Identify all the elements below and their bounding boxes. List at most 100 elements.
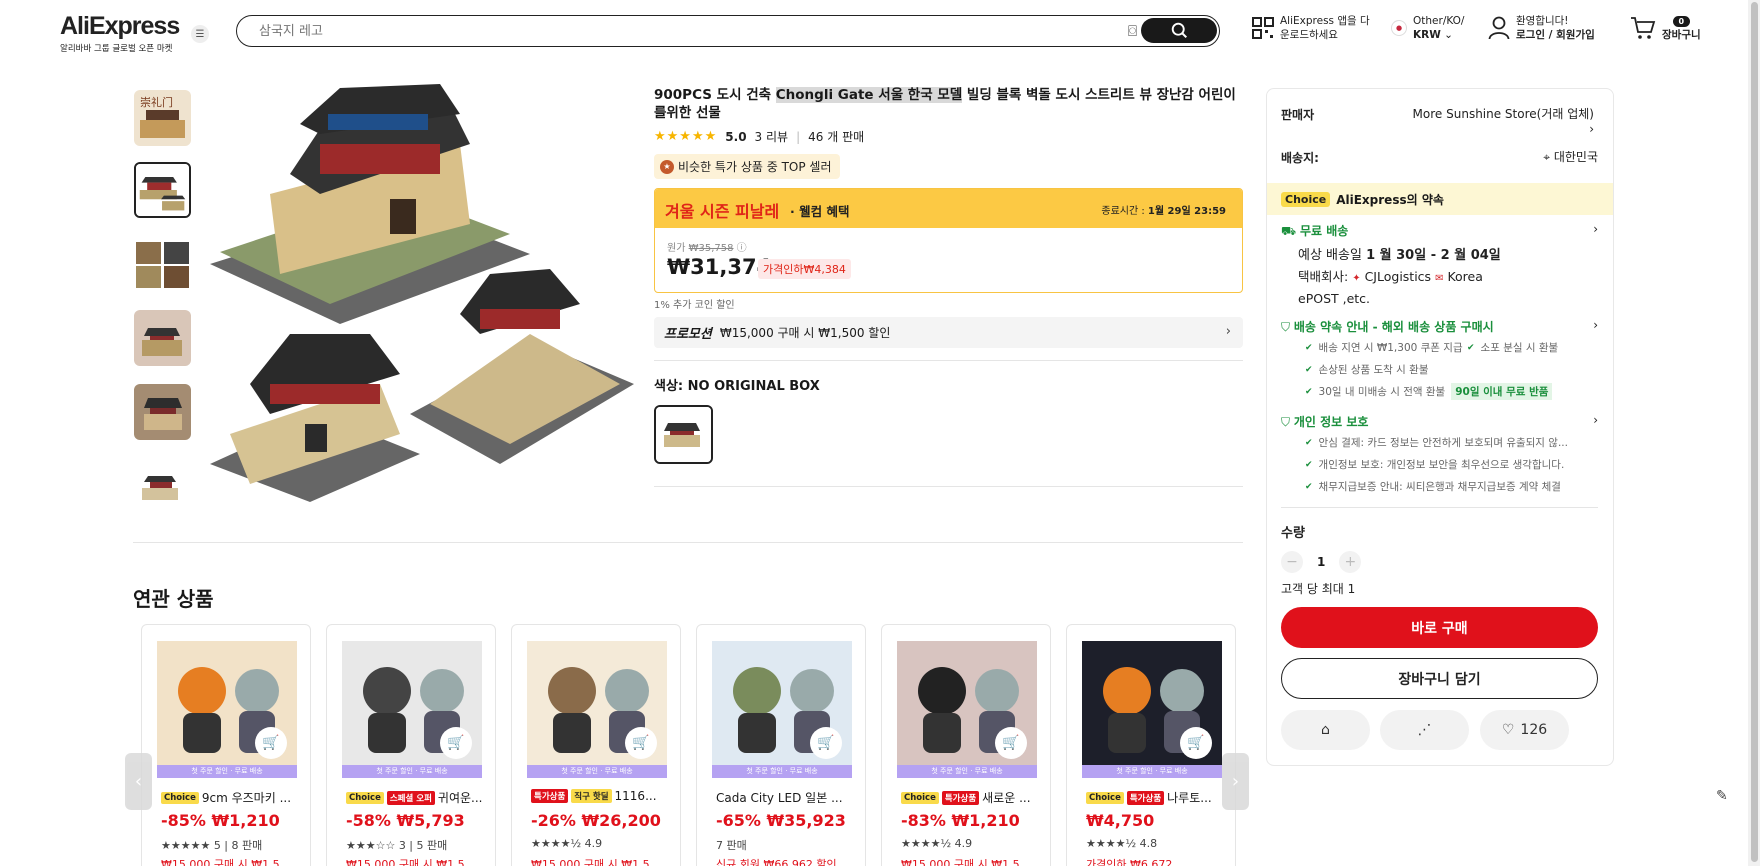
thumbnail-1[interactable]: 崇礼门 [134, 90, 191, 146]
promo-text: ₩15,000 구매 시 ₩1,5 [346, 858, 465, 866]
p1-text: 안심 결제: 카드 정보는 안전하게 보호되며 유출되지 않... [1318, 437, 1568, 449]
price-value: ₩1,210 [951, 811, 1020, 830]
product-promo: 신규 회원 ₩66,962 할인 [716, 856, 837, 866]
product-name-text: Cada City LED 일본 ... [716, 791, 843, 805]
add-to-cart-icon[interactable]: 🛒 [625, 727, 657, 759]
aliexpress-logo[interactable]: AliExpress 알리바바 그룹 글로벌 오픈 마켓 [60, 12, 180, 54]
end-time: 1월 29일 23:59 [1147, 206, 1226, 217]
privacy-row[interactable]: ⛉ 개인 정보 보호 › [1281, 413, 1598, 430]
logo-tagline: 알리바바 그룹 글로벌 오픈 마켓 [60, 44, 173, 54]
discount-percent: -58% [346, 811, 391, 830]
carrier-name: CJLogistics [1364, 269, 1432, 284]
price-promo-box: 겨울 시즌 피날레 · 웰컴 혜택 종료시간 : 1월 29일 23:59 원가… [654, 188, 1243, 293]
related-product-card[interactable]: 첫 주문 할인 · 무료 배송 🛒 특가상품 직구 핫딜 1116... -26% … [511, 624, 681, 866]
carousel-prev-button[interactable]: ‹ [125, 753, 152, 810]
promotion-row[interactable]: 프로모션 ₩15,000 구매 시 ₩1,500 할인 › [654, 317, 1243, 348]
account-menu[interactable]: 환영합니다! 로그인 / 회원가입 [1488, 14, 1595, 42]
shield-icon: ⛉ [1281, 320, 1291, 334]
increase-button[interactable]: + [1339, 551, 1362, 573]
search-input[interactable] [259, 22, 1039, 40]
image-search-icon[interactable]: ⌼ [1128, 22, 1137, 40]
wishlist-button[interactable]: ♡ 126 [1480, 710, 1569, 750]
product-name: Choice 특가상품 나루토... [1086, 789, 1226, 806]
rating-stars: ★★★★½ [901, 837, 952, 850]
divider [654, 486, 1243, 487]
choice-tag: Choice [1281, 191, 1331, 207]
color-option-no-original-box[interactable] [654, 405, 713, 464]
privacy-title: 개인 정보 보호 [1293, 415, 1369, 429]
seller-link[interactable]: More Sunshine Store(거래 업체) › [1404, 105, 1594, 136]
guarantee-row[interactable]: ⛉ 배송 약속 안내 - 해외 배송 상품 구매시 › [1281, 318, 1598, 335]
free-shipping-row[interactable]: ⛟ 무료 배송 › [1281, 222, 1598, 240]
guarantee-item: 손상된 상품 도착 시 환불 [1305, 362, 1429, 377]
app-download[interactable]: AliExpress 앱을 다운로드하세요 [1252, 14, 1374, 42]
ship-to-label: 배송지: [1281, 149, 1319, 166]
rating-meta: 4.9 [584, 837, 603, 850]
divider [1281, 507, 1598, 508]
p3-text: 채무지급보증 안내: 씨티은행과 채무지급보증 계약 체결 [1318, 481, 1561, 493]
estimate-date: 1 월 30일 - 2 월 04일 [1366, 248, 1501, 263]
discount-percent: -65% [716, 811, 761, 830]
share-button[interactable]: ⋰ [1380, 710, 1469, 750]
product-main-image[interactable] [210, 84, 634, 502]
thumbnail-6[interactable] [134, 458, 191, 514]
related-product-card[interactable]: 첫 주문 할인 · 무료 배송 🛒 Choice 특가상품 새로운 ... -83%… [881, 624, 1051, 866]
promo-text: ₩15,000 구매 시 ₩1,5 [531, 858, 650, 866]
buy-now-button[interactable]: 바로 구매 [1281, 607, 1598, 648]
first-order-ribbon: 첫 주문 할인 · 무료 배송 [1082, 765, 1222, 778]
search-button[interactable] [1141, 18, 1217, 43]
chevron-down-icon: ⌄ [1440, 29, 1453, 41]
truck-icon: ⛟ [1281, 224, 1297, 238]
thumbnail-5[interactable] [134, 384, 191, 440]
add-to-cart-button[interactable]: 장바구니 담기 [1281, 658, 1598, 699]
cart-count-badge: 0 [1672, 16, 1691, 27]
current-price: ₩31,374 [667, 255, 772, 279]
add-to-cart-icon[interactable]: 🛒 [440, 727, 472, 759]
chevron-right-icon: › [1593, 413, 1598, 427]
product-price: -85% ₩1,210 [161, 811, 280, 830]
related-product-card[interactable]: 첫 주문 할인 · 무료 배송 🛒 Cada City LED 일본 ... -… [696, 624, 866, 866]
add-to-cart-icon[interactable]: 🛒 [255, 727, 287, 759]
add-to-cart-icon[interactable]: 🛒 [810, 727, 842, 759]
ship-to-selector[interactable]: ⌖ 대한민국 [1530, 148, 1598, 165]
product-promo: ₩15,000 구매 시 ₩1,5 [346, 856, 465, 866]
product-rating: 7 판매 [716, 837, 747, 853]
g1-text: 배송 지연 시 ₩1,300 쿠폰 지급 [1318, 342, 1463, 354]
discount-badge: 가격인하₩4,384 [758, 259, 851, 279]
region-text: Other/KO/ [1413, 15, 1465, 27]
add-to-cart-icon[interactable]: 🛒 [1180, 727, 1212, 759]
region-selector[interactable]: ● Other/KO/ KRW ⌄ [1391, 14, 1464, 42]
product-rating: ★★★★½ 4.9 [901, 837, 972, 850]
page-scrollbar[interactable] [1748, 0, 1760, 866]
related-product-card[interactable]: 첫 주문 할인 · 무료 배송 🛒 Choice 특가상품 나루토... ₩4,75… [1066, 624, 1236, 866]
carousel-next-button[interactable]: › [1222, 753, 1249, 810]
seller-label: 판매자 [1281, 106, 1314, 123]
related-product-card[interactable]: 첫 주문 할인 · 무료 배송 🛒 Choice 스페셜 오퍼 귀여운... -58… [326, 624, 496, 866]
thumbnail-image [136, 164, 189, 216]
quantity-value[interactable]: 1 [1317, 555, 1325, 569]
qr-code-icon [1252, 17, 1274, 39]
ship-to-label-text: 배송지: [1281, 151, 1319, 165]
promo-text: 가격인하 ₩6,672 [1086, 858, 1173, 866]
thumbnail-2[interactable] [134, 162, 191, 218]
rating-meta: 3 | 5 판매 [398, 839, 448, 852]
add-to-cart-icon[interactable]: 🛒 [995, 727, 1027, 759]
review-count[interactable]: 3 리뷰 [755, 128, 789, 145]
related-product-card[interactable]: 첫 주문 할인 · 무료 배송 🛒 Choice 9cm 우즈마키 ... -85… [141, 624, 311, 866]
decrease-button[interactable]: − [1281, 551, 1303, 573]
feedback-edit-icon[interactable]: ✎ [1716, 788, 1728, 804]
orig-price-value: ₩35,758 [688, 243, 734, 254]
store-button[interactable]: ⌂ [1281, 710, 1370, 750]
info-icon[interactable]: ⓘ [737, 243, 747, 254]
sold-count: 46 개 판매 [808, 130, 865, 144]
scrollbar-thumb[interactable] [1751, 2, 1758, 862]
cart-link[interactable]: 0 장바구니 [1630, 14, 1701, 42]
color-option-image [656, 407, 711, 462]
category-menu-icon[interactable]: ☰ [191, 25, 209, 43]
thumbnail-3[interactable] [134, 236, 191, 292]
login-link[interactable]: 로그인 / 회원가입 [1516, 29, 1595, 41]
thumbnail-image [134, 310, 191, 366]
g3-text: 30일 내 미배송 시 전액 환불 [1318, 386, 1446, 398]
thumbnail-4[interactable] [134, 310, 191, 366]
product-promo: ₩15,000 구매 시 ₩1,5 [531, 856, 650, 866]
